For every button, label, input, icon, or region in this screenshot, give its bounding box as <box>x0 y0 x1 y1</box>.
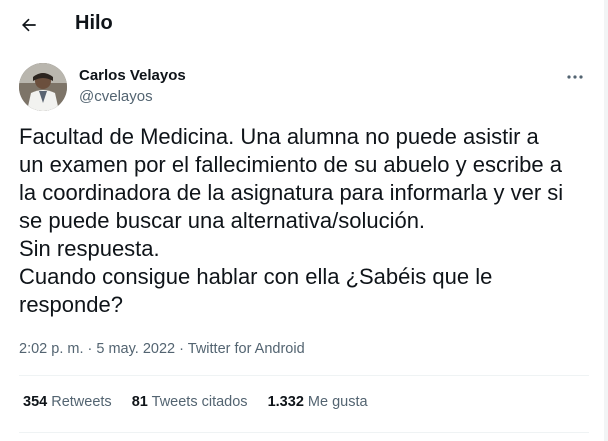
avatar-image <box>19 63 67 111</box>
retweets-stat[interactable]: 354 Retweets <box>23 394 112 410</box>
tweet-text-line: Cuando consigue hablar con ella ¿Sabéis … <box>19 264 493 289</box>
tweet-text-line: Facultad de Medicina. Una alumna no pued… <box>19 124 539 149</box>
avatar[interactable] <box>19 63 67 111</box>
quotes-count: 81 <box>131 394 148 410</box>
tweet-source[interactable]: Twitter for Android <box>188 341 305 357</box>
divider <box>19 375 589 376</box>
tweet-meta: 2:02 p. m. · 5 may. 2022 · Twitter for A… <box>19 341 305 357</box>
thread-header: Hilo <box>0 0 608 50</box>
scrollbar[interactable] <box>604 0 608 441</box>
meta-separator: · <box>179 341 184 357</box>
tweet-text-line: un examen por el fallecimiento de su abu… <box>19 152 562 177</box>
author-name[interactable]: Carlos Velayos <box>79 67 186 84</box>
more-horizontal-icon <box>567 75 583 79</box>
tweet-text-line: la coordinadora de la asignatura para in… <box>19 180 564 205</box>
tweet-stats: 354 Retweets 81 Tweets citados 1.332 Me … <box>23 394 384 410</box>
tweet-time[interactable]: 2:02 p. m. <box>19 341 83 357</box>
more-options-button[interactable] <box>562 64 588 90</box>
tweet-text: Facultad de Medicina. Una alumna no pued… <box>19 123 594 319</box>
retweets-count: 354 <box>23 394 48 410</box>
quotes-stat[interactable]: 81 Tweets citados <box>132 394 248 410</box>
quotes-label: Tweets citados <box>151 394 248 410</box>
author-handle[interactable]: @cvelayos <box>79 88 153 105</box>
likes-label: Me gusta <box>307 394 368 410</box>
tweet-date[interactable]: 5 may. 2022 <box>96 341 175 357</box>
back-button[interactable] <box>14 10 44 40</box>
meta-separator: · <box>87 341 93 357</box>
page-title: Hilo <box>75 12 113 34</box>
divider <box>19 432 589 433</box>
tweet-text-line: responde? <box>19 292 123 317</box>
tweet-text-line: se puede buscar una alternativa/solución… <box>19 208 426 233</box>
likes-stat[interactable]: 1.332 Me gusta <box>268 394 368 410</box>
retweets-label: Retweets <box>51 394 112 410</box>
likes-count: 1.332 <box>267 394 304 410</box>
tweet-text-line: Sin respuesta. <box>19 236 160 261</box>
arrow-left-icon <box>22 18 36 32</box>
